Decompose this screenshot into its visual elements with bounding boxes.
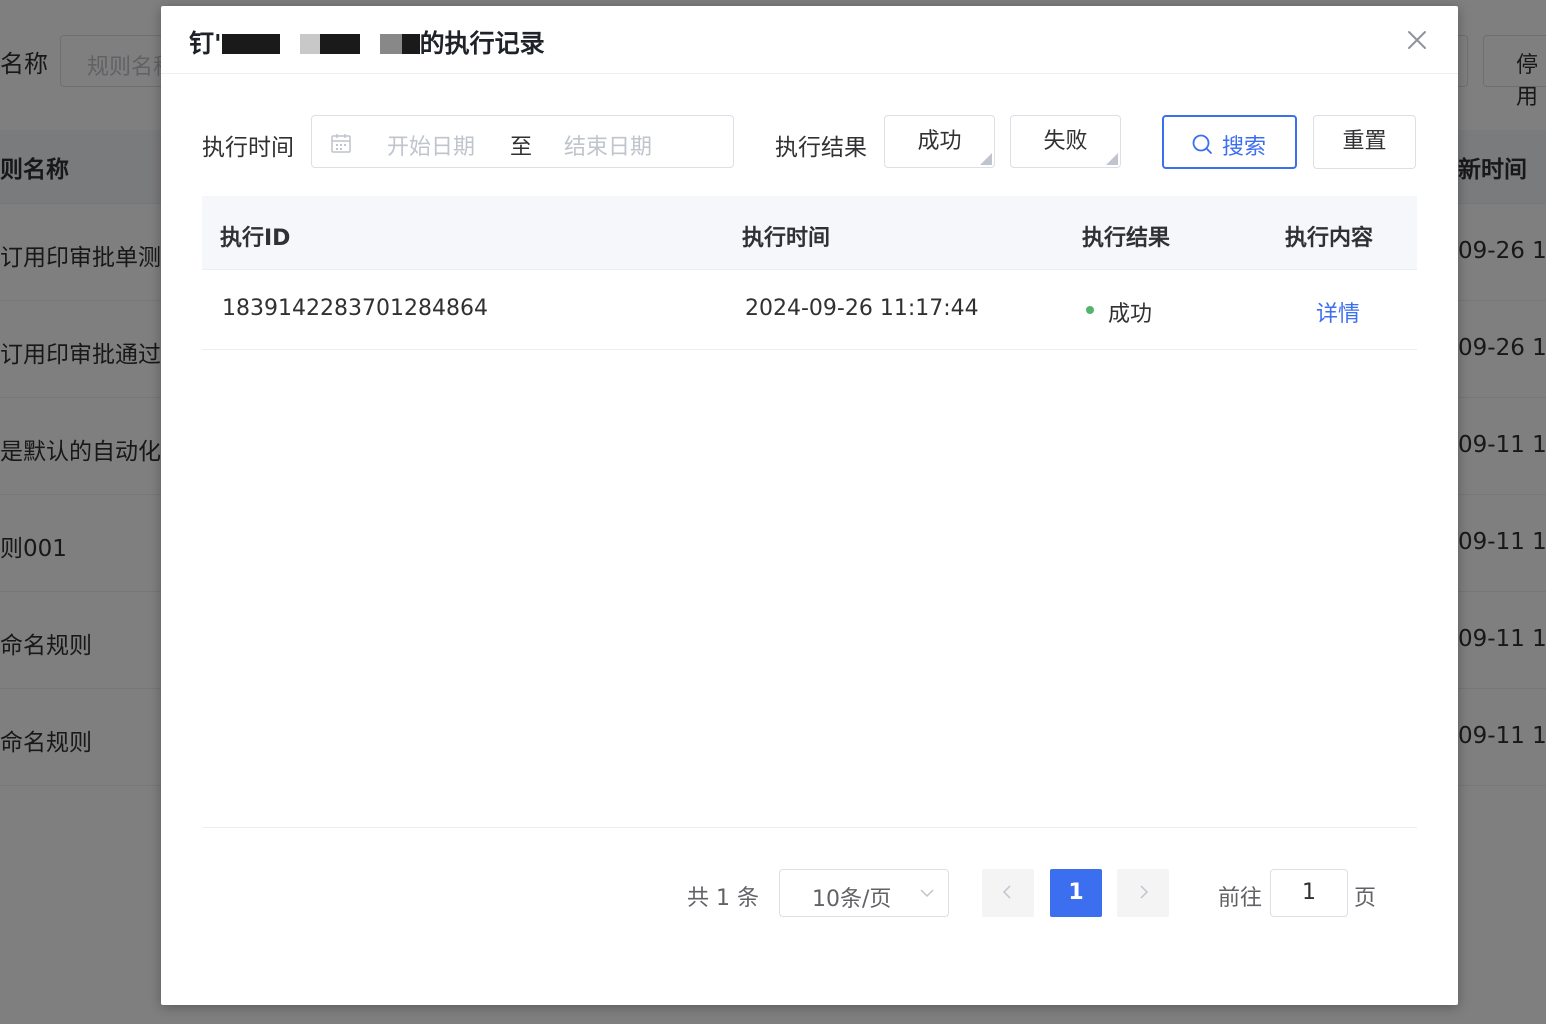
total-count: 共 1 条 (687, 886, 759, 911)
dialog-title-suffix: 的执行记录 (419, 29, 545, 58)
option-corner-mark (980, 153, 992, 165)
option-corner-mark (1106, 153, 1118, 165)
page-size-select[interactable]: 10条/页 (779, 869, 949, 917)
option-label: 成功 (917, 129, 962, 154)
filter-bar: 执行时间 开始日期 至 结束日期 执行结果 成功 失败 搜索 重置 (161, 114, 1458, 170)
search-button-label: 搜索 (1222, 135, 1267, 160)
option-label: 失败 (1043, 129, 1088, 154)
chevron-right-icon (1140, 885, 1149, 899)
redaction-gap (360, 34, 380, 54)
result-success-option[interactable]: 成功 (884, 115, 995, 168)
dialog-title-prefix: 钉' (189, 29, 222, 58)
result-fail-option[interactable]: 失败 (1010, 115, 1121, 168)
search-button[interactable]: 搜索 (1162, 115, 1297, 169)
execution-result-label: 执行结果 (775, 135, 867, 161)
goto-suffix: 页 (1354, 886, 1377, 911)
cell-execution-time: 2024-09-26 11:17:44 (745, 296, 979, 321)
goto-page-input[interactable]: 1 (1270, 869, 1348, 917)
table-bottom-border (202, 827, 1417, 828)
table-row: 1839142283701284864 2024-09-26 11:17:44 … (202, 270, 1417, 350)
column-header-id: 执行ID (220, 226, 291, 251)
next-page-button[interactable] (1117, 869, 1169, 917)
execution-table: 执行ID 执行时间 执行结果 执行内容 1839142283701284864 … (202, 196, 1417, 350)
cell-execution-result: 成功 (1108, 302, 1153, 327)
pagination: 共 1 条 10条/页 1 前往 1 页 (161, 868, 1458, 918)
table-header: 执行ID 执行时间 执行结果 执行内容 (202, 196, 1417, 270)
page-number-current[interactable]: 1 (1050, 869, 1102, 917)
reset-button[interactable]: 重置 (1313, 115, 1416, 169)
redaction-block (299, 34, 320, 54)
calendar-icon (331, 134, 351, 153)
redaction-gap (280, 34, 300, 54)
date-range-picker[interactable]: 开始日期 至 结束日期 (311, 115, 734, 168)
dialog-header: 钉' 的执行记录 (161, 6, 1458, 74)
column-header-result: 执行结果 (1082, 226, 1171, 251)
status-dot-icon (1086, 306, 1094, 314)
execution-record-dialog: 钉' 的执行记录 执行时间 开始日期 至 结束日期 执行结果 成功 失败 搜索 … (161, 6, 1458, 1005)
detail-link[interactable]: 详情 (1316, 296, 1360, 328)
column-header-time: 执行时间 (742, 226, 831, 251)
dialog-title: 钉' 的执行记录 (189, 24, 545, 60)
redaction-block (401, 34, 420, 54)
chevron-down-icon (920, 889, 934, 898)
search-icon (1192, 134, 1212, 154)
redaction-block (379, 34, 402, 54)
redaction-block (319, 34, 360, 54)
range-separator: 至 (510, 135, 533, 160)
cell-execution-id: 1839142283701284864 (222, 296, 488, 321)
start-date-input[interactable]: 开始日期 (387, 129, 475, 161)
page-size-value: 10条/页 (812, 887, 892, 912)
chevron-left-icon (1002, 885, 1011, 899)
redaction-block (221, 34, 280, 54)
end-date-input[interactable]: 结束日期 (564, 129, 652, 161)
execution-time-label: 执行时间 (202, 135, 294, 161)
close-icon[interactable] (1401, 24, 1433, 56)
goto-label: 前往 (1218, 886, 1263, 911)
prev-page-button[interactable] (982, 869, 1034, 917)
column-header-content: 执行内容 (1285, 226, 1374, 251)
